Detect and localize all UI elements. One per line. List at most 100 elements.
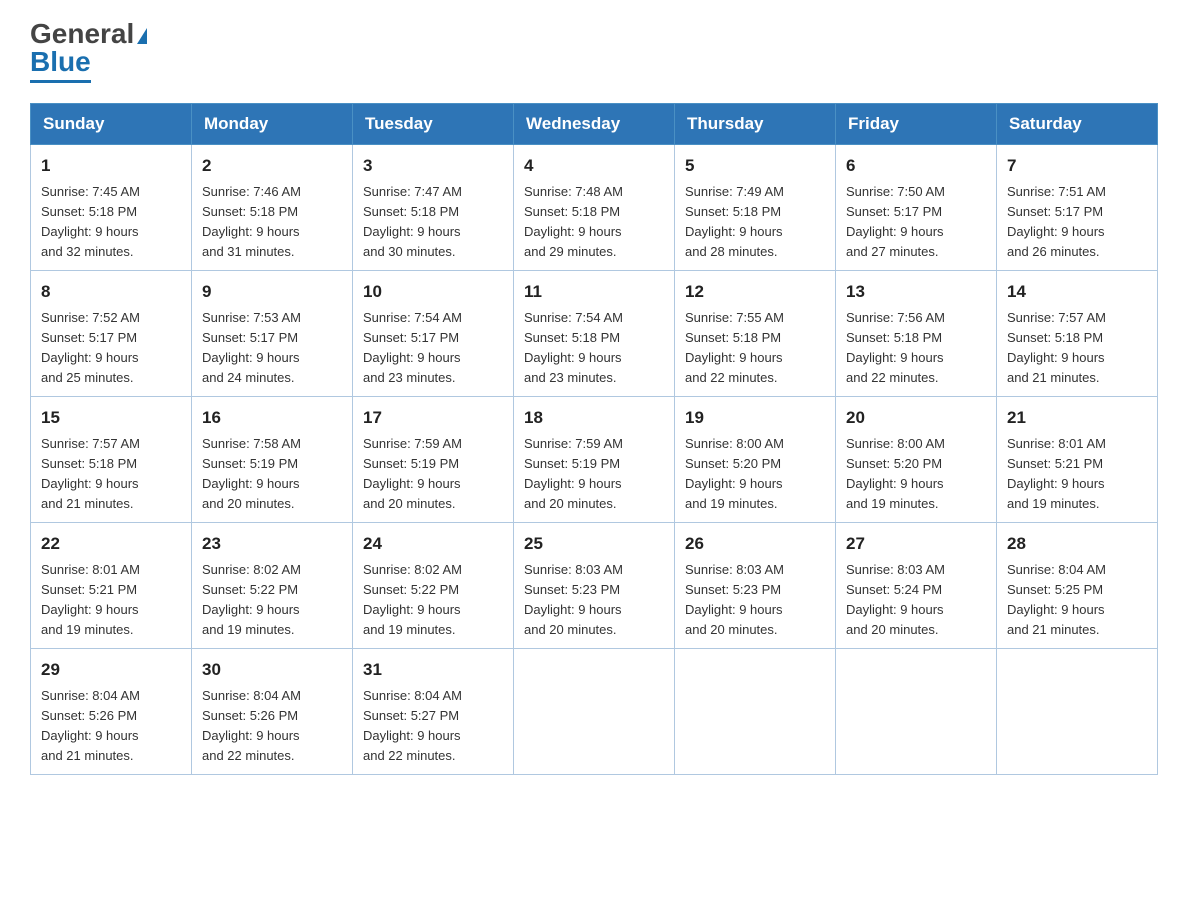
- sunset-line: Sunset: 5:27 PM: [363, 706, 503, 726]
- day-info: Sunrise: 7:59 AMSunset: 5:19 PMDaylight:…: [524, 434, 664, 515]
- sunset-line: Sunset: 5:20 PM: [846, 454, 986, 474]
- sunrise-line: Sunrise: 8:01 AM: [41, 560, 181, 580]
- daylight-minutes: and 32 minutes.: [41, 242, 181, 262]
- calendar-cell: 14 Sunrise: 7:57 AMSunset: 5:18 PMDayligh…: [997, 271, 1158, 397]
- day-info: Sunrise: 8:04 AMSunset: 5:26 PMDaylight:…: [41, 686, 181, 767]
- daylight-minutes: and 26 minutes.: [1007, 242, 1147, 262]
- daylight-label: Daylight: 9 hours: [1007, 222, 1147, 242]
- calendar-week-row: 15 Sunrise: 7:57 AMSunset: 5:18 PMDayligh…: [31, 397, 1158, 523]
- sunset-line: Sunset: 5:18 PM: [363, 202, 503, 222]
- sunrise-line: Sunrise: 7:45 AM: [41, 182, 181, 202]
- col-sunday: Sunday: [31, 104, 192, 145]
- calendar-cell: 20Sunrise: 8:00 AMSunset: 5:20 PMDayligh…: [836, 397, 997, 523]
- day-info: Sunrise: 8:00 AMSunset: 5:20 PMDaylight:…: [685, 434, 825, 515]
- col-wednesday: Wednesday: [514, 104, 675, 145]
- daylight-label: Daylight: 9 hours: [41, 348, 181, 368]
- calendar-cell: 19 Sunrise: 8:00 AMSunset: 5:20 PMDayligh…: [675, 397, 836, 523]
- day-number: 26: [685, 531, 825, 557]
- day-number: 22: [41, 531, 181, 557]
- daylight-label: Daylight: 9 hours: [524, 474, 664, 494]
- daylight-label: Daylight: 9 hours: [363, 474, 503, 494]
- day-number: 25: [524, 531, 664, 557]
- day-number: 8: [41, 279, 181, 305]
- day-number: 12: [685, 279, 825, 305]
- daylight-minutes: and 20 minutes.: [524, 620, 664, 640]
- sunset-line: Sunset: 5:24 PM: [846, 580, 986, 600]
- calendar-cell: 25 Sunrise: 8:03 AMSunset: 5:23 PMDayligh…: [514, 523, 675, 649]
- day-info: Sunrise: 8:03 AMSunset: 5:23 PMDaylight:…: [524, 560, 664, 641]
- day-number: 9: [202, 279, 342, 305]
- sunset-line: Sunset: 5:26 PM: [202, 706, 342, 726]
- calendar-cell: 13Sunrise: 7:56 AMSunset: 5:18 PMDayligh…: [836, 271, 997, 397]
- daylight-minutes: and 22 minutes.: [685, 368, 825, 388]
- sunrise-line: Sunrise: 8:04 AM: [363, 686, 503, 706]
- sunrise-line: Sunrise: 8:00 AM: [846, 434, 986, 454]
- daylight-label: Daylight: 9 hours: [846, 348, 986, 368]
- day-number: 19: [685, 405, 825, 431]
- col-thursday: Thursday: [675, 104, 836, 145]
- sunrise-line: Sunrise: 8:04 AM: [41, 686, 181, 706]
- logo-general-text: General: [30, 20, 134, 48]
- day-info: Sunrise: 7:54 AMSunset: 5:17 PMDaylight:…: [363, 308, 503, 389]
- daylight-label: Daylight: 9 hours: [41, 600, 181, 620]
- daylight-minutes: and 20 minutes.: [846, 620, 986, 640]
- day-number: 23: [202, 531, 342, 557]
- sunset-line: Sunset: 5:22 PM: [202, 580, 342, 600]
- daylight-label: Daylight: 9 hours: [524, 222, 664, 242]
- day-number: 15: [41, 405, 181, 431]
- daylight-label: Daylight: 9 hours: [202, 600, 342, 620]
- day-info: Sunrise: 7:46 AMSunset: 5:18 PMDaylight:…: [202, 182, 342, 263]
- sunset-line: Sunset: 5:17 PM: [41, 328, 181, 348]
- day-number: 24: [363, 531, 503, 557]
- day-info: Sunrise: 7:57 AMSunset: 5:18 PMDaylight:…: [1007, 308, 1147, 389]
- sunrise-line: Sunrise: 7:54 AM: [363, 308, 503, 328]
- calendar-cell: 30Sunrise: 8:04 AMSunset: 5:26 PMDayligh…: [192, 649, 353, 775]
- calendar-cell: 27Sunrise: 8:03 AMSunset: 5:24 PMDayligh…: [836, 523, 997, 649]
- sunset-line: Sunset: 5:23 PM: [524, 580, 664, 600]
- sunrise-line: Sunrise: 8:02 AM: [363, 560, 503, 580]
- daylight-label: Daylight: 9 hours: [41, 726, 181, 746]
- daylight-minutes: and 28 minutes.: [685, 242, 825, 262]
- daylight-minutes: and 22 minutes.: [202, 746, 342, 766]
- sunset-line: Sunset: 5:18 PM: [524, 202, 664, 222]
- calendar-cell: 8 Sunrise: 7:52 AMSunset: 5:17 PMDaylight…: [31, 271, 192, 397]
- sunset-line: Sunset: 5:18 PM: [685, 328, 825, 348]
- sunset-line: Sunset: 5:22 PM: [363, 580, 503, 600]
- calendar-cell: [514, 649, 675, 775]
- sunset-line: Sunset: 5:18 PM: [1007, 328, 1147, 348]
- day-info: Sunrise: 7:55 AMSunset: 5:18 PMDaylight:…: [685, 308, 825, 389]
- daylight-minutes: and 19 minutes.: [685, 494, 825, 514]
- day-number: 2: [202, 153, 342, 179]
- calendar-cell: 1Sunrise: 7:45 AMSunset: 5:18 PMDaylight…: [31, 145, 192, 271]
- day-number: 13: [846, 279, 986, 305]
- daylight-label: Daylight: 9 hours: [524, 600, 664, 620]
- daylight-minutes: and 22 minutes.: [363, 746, 503, 766]
- day-info: Sunrise: 7:48 AMSunset: 5:18 PMDaylight:…: [524, 182, 664, 263]
- day-number: 6: [846, 153, 986, 179]
- calendar-week-row: 1Sunrise: 7:45 AMSunset: 5:18 PMDaylight…: [31, 145, 1158, 271]
- sunrise-line: Sunrise: 8:04 AM: [202, 686, 342, 706]
- daylight-minutes: and 21 minutes.: [1007, 620, 1147, 640]
- day-number: 14: [1007, 279, 1147, 305]
- day-info: Sunrise: 7:52 AMSunset: 5:17 PMDaylight:…: [41, 308, 181, 389]
- calendar-cell: 23Sunrise: 8:02 AMSunset: 5:22 PMDayligh…: [192, 523, 353, 649]
- sunrise-line: Sunrise: 8:01 AM: [1007, 434, 1147, 454]
- calendar-cell: 21Sunrise: 8:01 AMSunset: 5:21 PMDayligh…: [997, 397, 1158, 523]
- daylight-minutes: and 19 minutes.: [41, 620, 181, 640]
- day-info: Sunrise: 7:57 AMSunset: 5:18 PMDaylight:…: [41, 434, 181, 515]
- sunrise-line: Sunrise: 7:59 AM: [363, 434, 503, 454]
- daylight-label: Daylight: 9 hours: [1007, 348, 1147, 368]
- logo-bottom-row: Blue: [30, 46, 91, 83]
- sunset-line: Sunset: 5:25 PM: [1007, 580, 1147, 600]
- daylight-label: Daylight: 9 hours: [41, 222, 181, 242]
- sunrise-line: Sunrise: 8:03 AM: [524, 560, 664, 580]
- daylight-label: Daylight: 9 hours: [685, 600, 825, 620]
- day-number: 7: [1007, 153, 1147, 179]
- daylight-minutes: and 20 minutes.: [524, 494, 664, 514]
- day-number: 31: [363, 657, 503, 683]
- daylight-minutes: and 19 minutes.: [846, 494, 986, 514]
- day-number: 28: [1007, 531, 1147, 557]
- daylight-minutes: and 21 minutes.: [1007, 368, 1147, 388]
- sunrise-line: Sunrise: 7:51 AM: [1007, 182, 1147, 202]
- day-info: Sunrise: 8:03 AMSunset: 5:23 PMDaylight:…: [685, 560, 825, 641]
